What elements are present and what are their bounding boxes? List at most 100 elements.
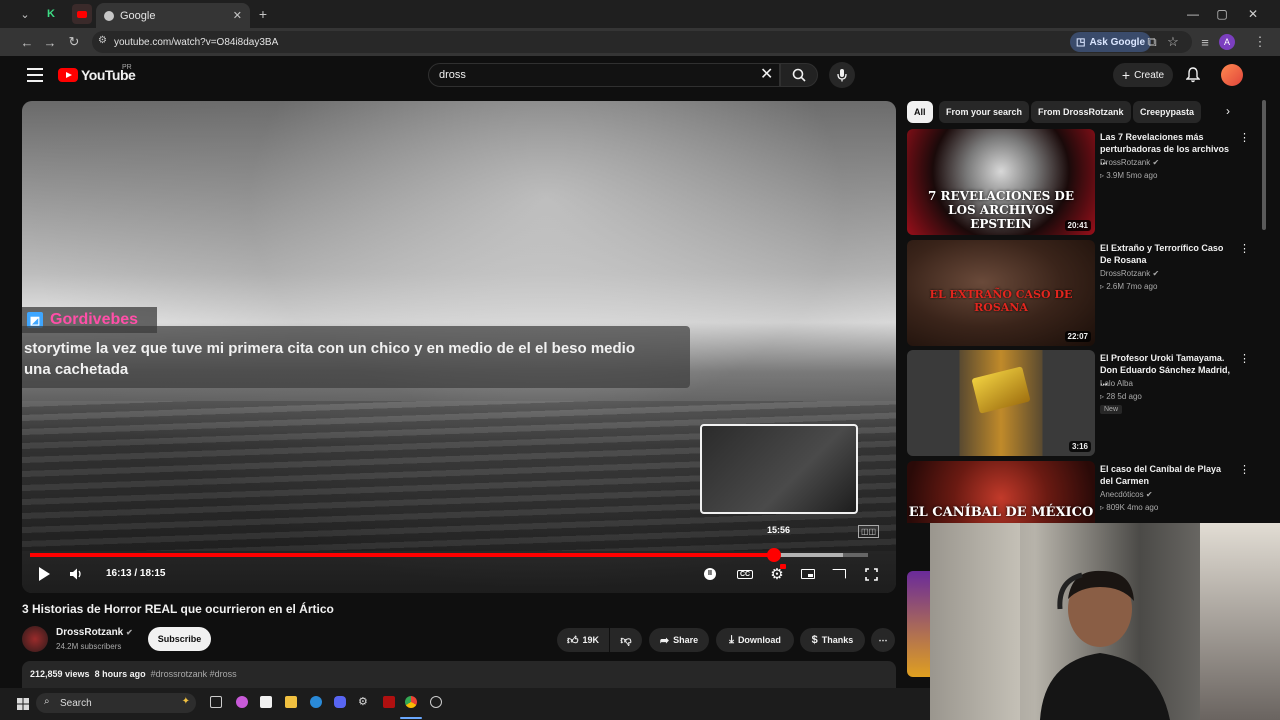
- browser-menu-icon[interactable]: ⋮: [1250, 32, 1270, 52]
- volume-button[interactable]: [66, 563, 86, 585]
- settings-gear-icon[interactable]: ⚙: [358, 696, 370, 708]
- recommendation-item[interactable]: 7 REVELACIONES DE LOS ARCHIVOS EPSTEIN 2…: [907, 129, 1252, 235]
- microphone-icon: [837, 69, 847, 82]
- account-avatar[interactable]: [1221, 64, 1243, 86]
- autoplay-toggle[interactable]: II: [700, 563, 720, 585]
- chip-creepypasta[interactable]: Creepypasta: [1133, 101, 1202, 123]
- recommendation-thumbnail-partial[interactable]: [907, 571, 930, 677]
- bookmark-star-icon[interactable]: ☆: [1163, 32, 1183, 52]
- app-icon-red[interactable]: [383, 696, 395, 708]
- thanks-button[interactable]: $ Thanks: [800, 628, 865, 652]
- chip-all[interactable]: All: [907, 101, 933, 123]
- fullscreen-icon: [864, 567, 878, 581]
- google-icon: [104, 10, 114, 21]
- download-label: Download: [737, 635, 781, 645]
- recommendation-item[interactable]: EL CANÍBAL DE MÉXICO El caso del Caníbal…: [907, 461, 1252, 523]
- like-button[interactable]: 👍︎ 19K: [557, 628, 609, 652]
- youtube-logo[interactable]: YouTube PR: [58, 64, 136, 83]
- tab-google[interactable]: Google ✕: [96, 3, 250, 28]
- plus-icon: +: [1121, 67, 1131, 83]
- play-button[interactable]: [34, 563, 54, 585]
- settings-button[interactable]: ⚙: [767, 563, 787, 585]
- app-icon-copilot[interactable]: [236, 696, 248, 708]
- more-actions-button[interactable]: ⋯: [871, 628, 895, 652]
- recommendation-thumbnail[interactable]: 3:16: [907, 350, 1095, 456]
- video-player[interactable]: ◩ Gordivebes storytime la vez que tuve m…: [22, 101, 896, 593]
- channel-avatar[interactable]: [22, 626, 48, 652]
- chip-from-your-search[interactable]: From your search: [939, 101, 1030, 123]
- cast-button[interactable]: [829, 563, 849, 585]
- new-tab-button[interactable]: +: [253, 4, 273, 24]
- reading-list-icon[interactable]: ≡: [1195, 32, 1215, 52]
- windows-taskbar: ⌕ Search ✦ ⚙: [0, 688, 930, 720]
- search-icon: [792, 68, 806, 82]
- notifications-bell-icon[interactable]: [1185, 67, 1201, 88]
- search-button[interactable]: [780, 63, 818, 87]
- channel-name[interactable]: DrossRotzank ✔: [56, 627, 133, 638]
- more-vertical-icon[interactable]: ⋮: [1239, 242, 1250, 255]
- edge-browser-icon[interactable]: [310, 696, 322, 708]
- recommendation-thumbnail[interactable]: 7 REVELACIONES DE LOS ARCHIVOS EPSTEIN 2…: [907, 129, 1095, 235]
- download-button[interactable]: ⤓ Download: [716, 628, 794, 652]
- discord-icon[interactable]: [334, 696, 346, 708]
- seek-preview-time: 15:56: [767, 525, 791, 535]
- country-code: PR: [122, 64, 132, 71]
- create-button[interactable]: + Create: [1113, 63, 1173, 87]
- captions-button[interactable]: CC: [735, 563, 755, 585]
- menu-icon[interactable]: [27, 68, 43, 82]
- ask-google-button[interactable]: ◳ Ask Google: [1070, 32, 1152, 52]
- pinned-tab-kick-icon[interactable]: K: [41, 4, 61, 24]
- maximize-button[interactable]: ▢: [1207, 4, 1237, 24]
- voice-search-button[interactable]: [829, 62, 855, 88]
- more-vertical-icon[interactable]: ⋮: [1239, 463, 1250, 476]
- close-window-button[interactable]: ✕: [1238, 4, 1268, 24]
- chrome-icon[interactable]: [405, 696, 417, 708]
- clear-search-icon[interactable]: ✕: [760, 64, 773, 84]
- posted-time: 8 hours ago: [94, 669, 146, 679]
- more-vertical-icon[interactable]: ⋮: [1239, 352, 1250, 365]
- profile-avatar[interactable]: A: [1219, 34, 1235, 50]
- volume-icon: [70, 568, 81, 580]
- address-bar[interactable]: ⚙ youtube.com/watch?v=O84i8day3BA: [92, 31, 1192, 53]
- progress-bar[interactable]: [30, 548, 868, 562]
- subscribe-button[interactable]: Subscribe: [148, 627, 211, 651]
- dislike-button[interactable]: 👎︎: [610, 628, 642, 652]
- close-tab-icon[interactable]: ✕: [233, 9, 242, 22]
- recommendation-thumbnail[interactable]: EL CANÍBAL DE MÉXICO: [907, 461, 1095, 523]
- search-input[interactable]: dross: [428, 63, 780, 87]
- share-button[interactable]: ➦ Share: [649, 628, 709, 652]
- new-badge: New: [1100, 405, 1123, 414]
- site-info-icon[interactable]: ⚙: [98, 35, 107, 46]
- thumbnail-caption: EL EXTRAÑO CASO DE ROSANA: [929, 288, 1073, 314]
- tab-list-icon[interactable]: ⌄: [15, 4, 35, 24]
- recommendation-item[interactable]: 3:16 El Profesor Uroki Tamayama. Don Edu…: [907, 350, 1252, 456]
- reload-button[interactable]: ↻: [64, 32, 84, 52]
- task-view-icon[interactable]: [210, 696, 222, 708]
- recommendation-thumbnail[interactable]: EL EXTRAÑO CASO DE ROSANA 22:07: [907, 240, 1095, 346]
- taskbar-search[interactable]: ⌕ Search ✦: [36, 693, 196, 713]
- miniplayer-button[interactable]: [798, 563, 818, 585]
- more-vertical-icon[interactable]: ⋮: [1239, 131, 1250, 144]
- recommendation-item[interactable]: EL EXTRAÑO CASO DE ROSANA 22:07 El Extra…: [907, 240, 1252, 346]
- pinned-tab-youtube-icon[interactable]: [72, 4, 92, 24]
- forward-button[interactable]: →: [40, 32, 60, 52]
- windows-start-icon[interactable]: [17, 697, 29, 710]
- thumbs-down-icon: 👎︎: [620, 634, 632, 647]
- back-button[interactable]: ←: [17, 32, 37, 52]
- channel-name-text: DrossRotzank: [56, 627, 124, 638]
- app-icon-notepad[interactable]: [260, 696, 272, 708]
- video-duration: 20:41: [1064, 220, 1091, 231]
- chips-next-icon[interactable]: ›: [1226, 104, 1230, 118]
- chip-from-drossrotzank[interactable]: From DrossRotzank: [1031, 101, 1131, 123]
- verified-icon: ✔: [1145, 490, 1153, 499]
- install-app-icon[interactable]: ⧉: [1142, 32, 1162, 52]
- thumbnail-box-image: [971, 366, 1031, 414]
- file-explorer-icon[interactable]: [285, 696, 297, 708]
- app-icon-obs[interactable]: [430, 696, 442, 708]
- minimize-button[interactable]: —: [1178, 4, 1208, 24]
- description-meta: 212,859 views 8 hours ago #drossrotzank …: [30, 669, 237, 679]
- hashtags[interactable]: #drossrotzank #dross: [151, 669, 237, 679]
- page-scrollbar[interactable]: [1262, 100, 1266, 230]
- view-count: 212,859 views: [30, 669, 90, 679]
- fullscreen-button[interactable]: [861, 563, 881, 585]
